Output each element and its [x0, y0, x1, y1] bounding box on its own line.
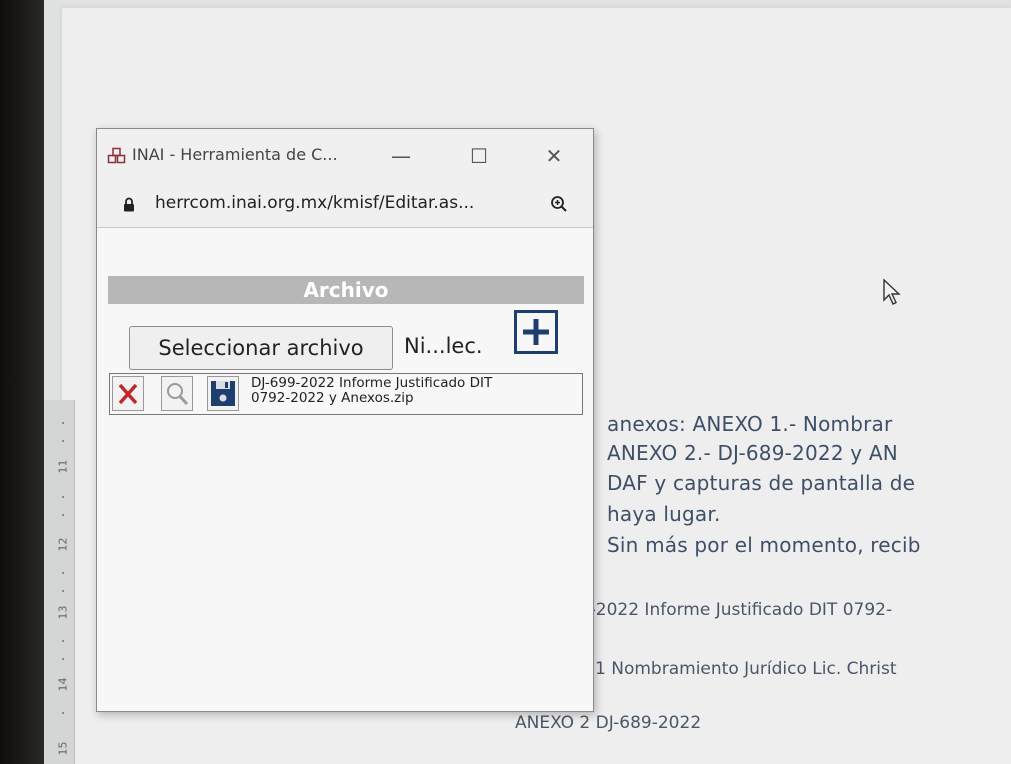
section-header: Archivo: [108, 276, 584, 304]
ruler-tick: [62, 514, 64, 516]
document-text-line: ANEXO 2.- DJ-689-2022 y AN: [607, 441, 898, 465]
attachment-line: ANEXO 2 DJ-689-2022: [515, 713, 702, 733]
ruler-number: 13: [56, 605, 70, 620]
add-icon: [523, 319, 549, 345]
popup-content: Archivo Seleccionar archivo Ni...lec. DJ…: [97, 228, 593, 711]
vertical-ruler: 11 12 13 14 15: [44, 400, 75, 764]
ruler-number: 15: [56, 741, 70, 756]
ruler-number: 12: [56, 537, 70, 552]
url-text[interactable]: herrcom.inai.org.mx/kmisf/Editar.as...: [155, 193, 474, 213]
zoom-icon[interactable]: [550, 195, 568, 217]
ruler-tick: [62, 440, 64, 442]
minimize-button[interactable]: —: [379, 139, 423, 173]
document-text-line: Sin más por el momento, recib: [607, 533, 921, 557]
close-button[interactable]: ✕: [532, 139, 576, 173]
view-file-button[interactable]: [161, 376, 193, 411]
maximize-button[interactable]: ☐: [457, 139, 501, 173]
ruler-tick: [62, 496, 64, 498]
ruler-tick: [62, 712, 64, 714]
ruler-tick: [62, 422, 64, 424]
mouse-cursor-icon: [882, 278, 904, 310]
title-bar[interactable]: INAI - Herramienta de C... — ☐ ✕: [97, 129, 593, 181]
search-icon: [167, 383, 189, 406]
ruler-tick: [62, 640, 64, 642]
window-title: INAI - Herramienta de C...: [132, 145, 338, 164]
attachment-line: )-2022 Informe Justificado DIT 0792-: [583, 600, 893, 620]
add-file-button[interactable]: [514, 310, 558, 354]
file-name[interactable]: DJ-699-2022 Informe Justificado DIT 0792…: [251, 376, 571, 406]
screen: 11 12 13 14 15 anexos: ANEXO 1.- Nombrar…: [0, 0, 1011, 764]
app-icon: [107, 146, 127, 166]
address-bar: herrcom.inai.org.mx/kmisf/Editar.as...: [97, 181, 593, 228]
ruler-number: 11: [56, 459, 70, 474]
document-text-line: anexos: ANEXO 1.- Nombrar: [607, 412, 893, 436]
ruler-tick: [62, 658, 64, 660]
ruler-tick: [62, 590, 64, 592]
delete-file-button[interactable]: [112, 376, 144, 411]
popup-window: INAI - Herramienta de C... — ☐ ✕ herrcom…: [96, 128, 594, 712]
save-file-button[interactable]: [207, 376, 239, 411]
file-name-line: DJ-699-2022 Informe Justificado DIT: [251, 375, 493, 391]
select-file-button[interactable]: Seleccionar archivo: [129, 326, 393, 370]
lock-icon: [123, 197, 135, 216]
document-text-line: DAF y capturas de pantalla de: [607, 471, 916, 495]
document-text-line: haya lugar.: [607, 502, 721, 526]
no-file-selected-text: Ni...lec.: [404, 334, 483, 358]
delete-icon: [118, 383, 138, 405]
ruler-tick: [62, 572, 64, 574]
save-icon: [211, 381, 235, 406]
file-name-line: 0792-2022 y Anexos.zip: [251, 390, 414, 406]
monitor-bezel: [0, 0, 44, 764]
attachment-line: ) 1 Nombramiento Jurídico Lic. Christ: [583, 659, 897, 679]
ruler-number: 14: [56, 677, 70, 692]
attached-file-row: DJ-699-2022 Informe Justificado DIT 0792…: [109, 373, 583, 415]
